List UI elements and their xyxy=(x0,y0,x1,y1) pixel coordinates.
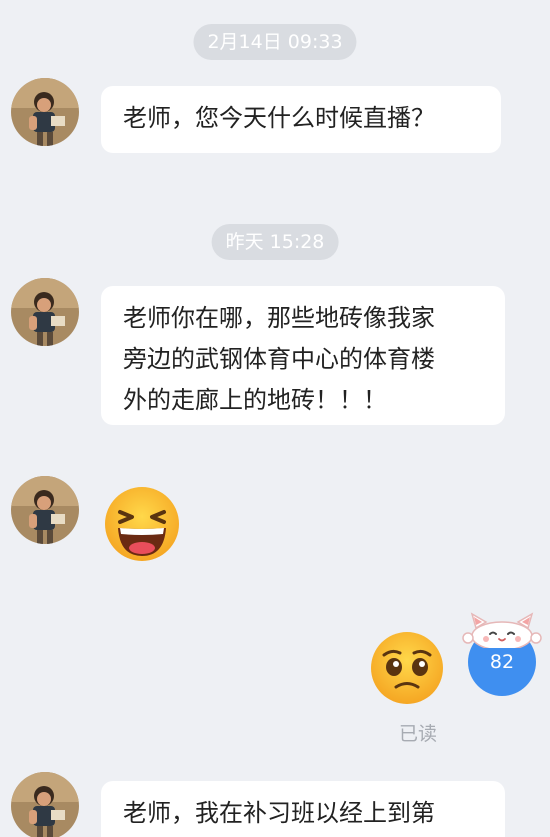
laughing-emoji-icon[interactable] xyxy=(104,486,180,562)
message-bubble[interactable]: 老师，您今天什么时候直播？ xyxy=(101,86,501,153)
message-text-line: 外的走廊上的地砖！！！ xyxy=(123,386,387,414)
pleading-emoji-icon[interactable] xyxy=(370,631,444,705)
timestamp: 2月14日 09:33 xyxy=(193,24,357,60)
message-bubble[interactable]: 老师你在哪，那些地砖像我家 旁边的武钢体育中心的体育楼 外的走廊上的地砖！！！ xyxy=(101,286,505,425)
avatar[interactable] xyxy=(11,278,79,346)
read-status: 已读 xyxy=(399,723,438,745)
message-text-line: 老师你在哪，那些地砖像我家 xyxy=(123,304,435,332)
chat-window: 2月14日 09:33 老师，您今天什么时候直播？ 昨天 15:28 老师你在哪… xyxy=(0,0,550,837)
message-text-line: 旁边的武钢体育中心的体育楼 xyxy=(123,345,435,373)
avatar[interactable] xyxy=(11,772,79,837)
avatar[interactable] xyxy=(11,476,79,544)
lucky-cat-icon xyxy=(462,612,542,651)
timestamp: 昨天 15:28 xyxy=(211,224,339,260)
message-bubble[interactable]: 老师，我在补习班以经上到第 xyxy=(101,781,505,837)
message-text: 老师，您今天什么时候直播？ xyxy=(123,104,435,132)
message-text: 老师，我在补习班以经上到第 xyxy=(123,799,435,827)
avatar[interactable] xyxy=(11,78,79,146)
